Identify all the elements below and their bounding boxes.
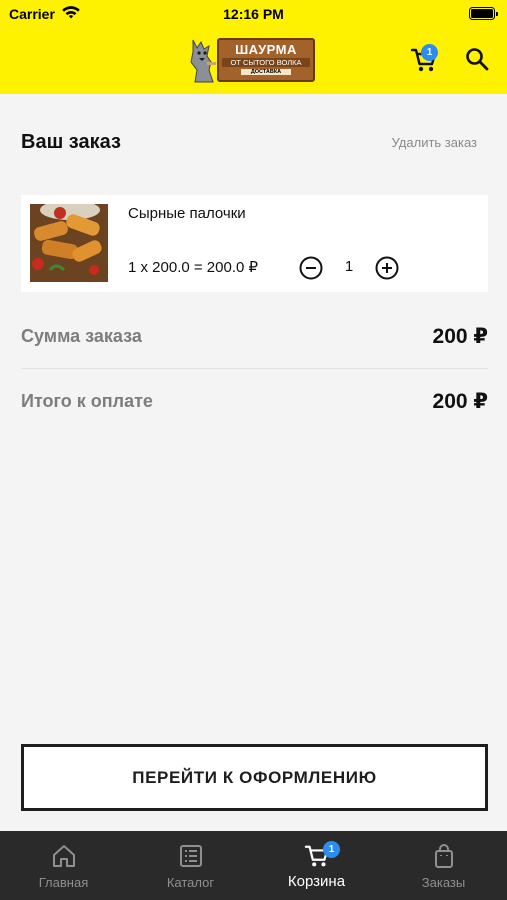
bag-icon bbox=[434, 844, 453, 868]
total-value: 200 ₽ bbox=[432, 390, 488, 413]
total-label: Итого к оплате bbox=[21, 391, 153, 411]
page-title: Ваш заказ bbox=[21, 131, 121, 153]
subtotal-label: Сумма заказа bbox=[21, 326, 142, 346]
product-name: Сырные палочки bbox=[128, 205, 246, 222]
tab-catalog-label: Каталог bbox=[166, 875, 215, 890]
tab-orders[interactable]: Заказы bbox=[380, 831, 507, 900]
logo-tag: ДОСТАВКА bbox=[241, 69, 291, 75]
home-icon bbox=[52, 845, 75, 867]
logo-subtitle: ОТ СЫТОГО ВОЛКА bbox=[222, 58, 310, 67]
quantity-value: 1 bbox=[344, 258, 354, 275]
catalog-icon bbox=[179, 845, 202, 867]
battery-icon bbox=[469, 7, 498, 20]
tab-home-label: Главная bbox=[38, 875, 89, 890]
tab-cart-label: Корзина bbox=[287, 873, 346, 890]
tab-home[interactable]: Главная bbox=[0, 831, 127, 900]
price-calculation: 1 x 200.0 = 200.0 ₽ bbox=[128, 259, 259, 276]
brand-logo[interactable]: ШАУРМА ОТ СЫТОГО ВОЛКА ДОСТАВКА bbox=[187, 36, 317, 84]
logo-title: ШАУРМА bbox=[235, 42, 297, 57]
app-header: Carrier 12:16 PM ШАУРМА ОТ СЫТОГО ВОЛКА … bbox=[0, 0, 507, 94]
tab-cart-badge: 1 bbox=[323, 841, 340, 858]
search-icon[interactable] bbox=[464, 46, 490, 72]
cart-item: Сырные палочки 1 x 200.0 = 200.0 ₽ 1 bbox=[21, 195, 488, 292]
tab-catalog[interactable]: Каталог bbox=[127, 831, 254, 900]
decrease-quantity-button[interactable] bbox=[299, 256, 323, 280]
checkout-button[interactable]: ПЕРЕЙТИ К ОФОРМЛЕНИЮ bbox=[21, 744, 488, 811]
logo-board: ШАУРМА ОТ СЫТОГО ВОЛКА ДОСТАВКА bbox=[217, 38, 315, 82]
tab-orders-label: Заказы bbox=[421, 875, 466, 890]
status-bar: Carrier 12:16 PM bbox=[0, 0, 507, 28]
clock: 12:16 PM bbox=[223, 6, 284, 22]
wolf-mascot-icon bbox=[190, 39, 216, 83]
tab-bar: Главная Каталог Корзина 1 Заказы bbox=[0, 831, 507, 900]
tab-cart[interactable]: Корзина bbox=[253, 831, 380, 900]
delete-order-button[interactable]: Удалить заказ bbox=[392, 135, 477, 150]
subtotal-value: 200 ₽ bbox=[432, 325, 488, 348]
summary-divider bbox=[21, 368, 488, 369]
increase-quantity-button[interactable] bbox=[375, 256, 399, 280]
cart-count-badge: 1 bbox=[421, 44, 438, 61]
product-image[interactable] bbox=[30, 204, 108, 282]
